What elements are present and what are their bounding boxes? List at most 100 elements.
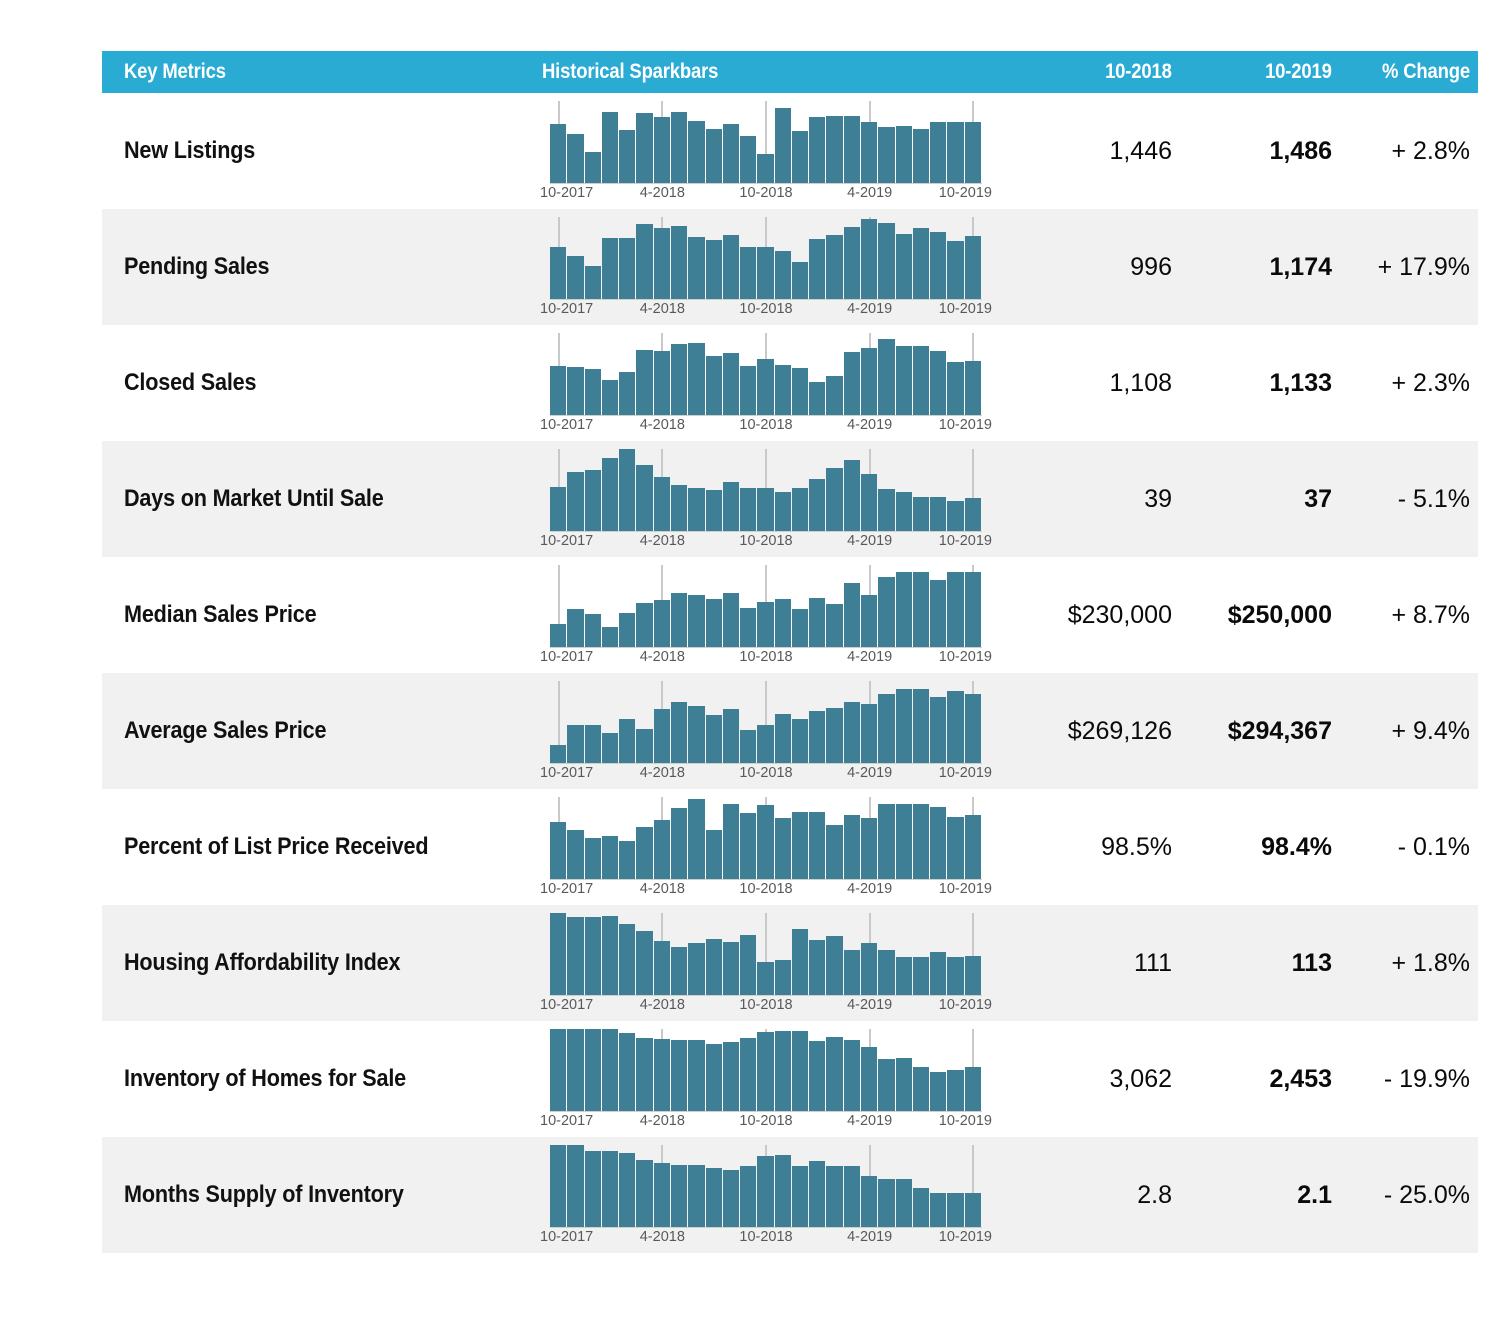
axis-tick-label: 10-2018 (739, 881, 793, 897)
sparkbar-bar (670, 947, 689, 995)
axis-tick-label: 10-2017 (540, 881, 594, 897)
metric-name-cell: Housing Affordability Index (102, 905, 542, 1021)
sparkbar-bar (791, 262, 810, 299)
metric-name-cell: Pending Sales (102, 209, 542, 325)
sparkbar-bar (688, 120, 706, 183)
header-cell-historical-sparkbars: Historical Sparkbars (542, 60, 1012, 84)
sparkbar-bar (843, 226, 862, 299)
sparkbar-bar (705, 128, 723, 183)
sparkbar-bar (705, 598, 723, 647)
sparkbar-bar (895, 346, 913, 415)
current-value: 1,133 (1269, 368, 1332, 397)
sparkbar-bar (601, 916, 620, 995)
prior-value: 3,062 (1109, 1064, 1172, 1093)
table-row: Median Sales Price 10-2017 4-2018 10-2018 4-… (102, 557, 1478, 673)
sparkbar-bar (550, 1029, 568, 1111)
axis-tick-label: 10-2018 (739, 1113, 793, 1129)
sparkbar-bar (878, 338, 896, 415)
sparkbar-bar (809, 1161, 827, 1227)
sparkbar-axis-line (550, 879, 982, 880)
sparkbar-bar (930, 579, 948, 647)
axis-tick-label: 10-2017 (540, 1229, 594, 1245)
current-value-cell: $294,367 (1172, 673, 1332, 789)
sparkbar-cell: 10-2017 4-2018 10-2018 4-2019 10-2019 (540, 905, 1012, 1021)
sparkbar-bar (550, 821, 568, 879)
sparkbar-bar (619, 924, 637, 995)
axis-tick-label: 10-2018 (739, 417, 793, 433)
sparkbar-chart: 10-2017 4-2018 10-2018 4-2019 10-2019 (540, 557, 992, 673)
sparkbar-bar (757, 359, 775, 415)
current-value: 113 (1291, 948, 1332, 977)
sparkbar-plot-area (550, 1029, 982, 1111)
sparkbar-chart: 10-2017 4-2018 10-2018 4-2019 10-2019 (540, 325, 992, 441)
sparkbar-bar (740, 246, 758, 299)
sparkbar-tick-labels: 10-2017 4-2018 10-2018 4-2019 10-2019 (540, 185, 992, 205)
sparkbar-bar (878, 222, 896, 299)
metric-label: Days on Market Until Sale (124, 485, 384, 512)
percent-change-cell: + 9.4% (1332, 673, 1478, 789)
percent-change-value: + 2.8% (1391, 136, 1470, 165)
sparkbar-tick-labels: 10-2017 4-2018 10-2018 4-2019 10-2019 (540, 881, 992, 901)
axis-tick-label: 4-2018 (639, 1113, 685, 1129)
sparkbar-tick-labels: 10-2017 4-2018 10-2018 4-2019 10-2019 (540, 301, 992, 321)
sparkbar-bar (809, 478, 827, 531)
sparkbar-cell: 10-2017 4-2018 10-2018 4-2019 10-2019 (540, 1021, 1012, 1137)
percent-change-value: - 5.1% (1397, 484, 1470, 513)
current-value: $294,367 (1227, 716, 1332, 745)
sparkbar-bar (601, 1150, 620, 1227)
metric-name-cell: Percent of List Price Received (102, 789, 542, 905)
key-metrics-report-page: Key Metrics Historical Sparkbars 10-2018… (0, 0, 1506, 1334)
sparkbar-bar (722, 481, 741, 531)
percent-change-value: - 0.1% (1397, 832, 1470, 861)
axis-tick-label: 10-2017 (540, 649, 594, 665)
sparkbar-bar (653, 819, 671, 879)
percent-change-value: + 1.8% (1391, 948, 1470, 977)
axis-tick-label: 10-2019 (938, 881, 992, 897)
sparkbar-bar (757, 1032, 775, 1111)
sparkbar-bar (912, 1066, 931, 1111)
sparkbar-bar (722, 123, 741, 183)
sparkbar-cell: 10-2017 4-2018 10-2018 4-2019 10-2019 (540, 789, 1012, 905)
sparkbar-bar (826, 115, 844, 183)
axis-tick-label: 4-2018 (639, 649, 685, 665)
sparkbar-bar (843, 115, 862, 183)
sparkbar-bar (670, 112, 689, 183)
sparkbar-bar (619, 841, 637, 879)
sparkbar-axis-line (550, 183, 982, 184)
sparkbar-tick-labels: 10-2017 4-2018 10-2018 4-2019 10-2019 (540, 649, 992, 669)
sparkbar-axis-line (550, 1111, 982, 1112)
axis-tick-label: 10-2019 (938, 1113, 992, 1129)
sparkbar-tick-labels: 10-2017 4-2018 10-2018 4-2019 10-2019 (540, 1229, 992, 1249)
current-value: $250,000 (1227, 600, 1332, 629)
sparkbar-cell: 10-2017 4-2018 10-2018 4-2019 10-2019 (540, 93, 1012, 209)
sparkbar-bar (791, 811, 810, 879)
sparkbar-bar (567, 609, 585, 647)
percent-change-cell: - 25.0% (1332, 1137, 1478, 1253)
axis-tick-label: 10-2019 (938, 765, 992, 781)
sparkbar-bar (774, 251, 792, 299)
sparkbar-bar (964, 235, 982, 299)
sparkbar-bar (619, 129, 637, 183)
percent-change-cell: - 19.9% (1332, 1021, 1478, 1137)
sparkbar-bar (601, 835, 620, 879)
axis-tick-label: 10-2017 (540, 997, 594, 1013)
sparkbar-bar (601, 238, 620, 299)
sparkbar-bar (688, 488, 706, 531)
percent-change-cell: - 0.1% (1332, 789, 1478, 905)
table-row: Closed Sales 10-2017 4-2018 10-2018 4-2019 10… (102, 325, 1478, 441)
sparkbar-bar (930, 122, 948, 183)
sparkbar-bar (947, 361, 965, 415)
metric-label: Percent of List Price Received (124, 833, 429, 860)
sparkbar-bar (843, 459, 862, 531)
sparkbar-bar (722, 352, 741, 415)
sparkbar-bar (653, 708, 671, 763)
axis-tick-label: 4-2018 (639, 533, 685, 549)
sparkbar-bar (861, 818, 879, 879)
sparkbar-plot-area (550, 449, 982, 531)
sparkbar-bar (895, 1057, 913, 1111)
metric-label: Median Sales Price (124, 601, 317, 628)
sparkbar-bar (705, 490, 723, 531)
axis-tick-label: 10-2017 (540, 301, 594, 317)
sparkbar-bar (930, 697, 948, 763)
sparkbar-bar (757, 487, 775, 531)
